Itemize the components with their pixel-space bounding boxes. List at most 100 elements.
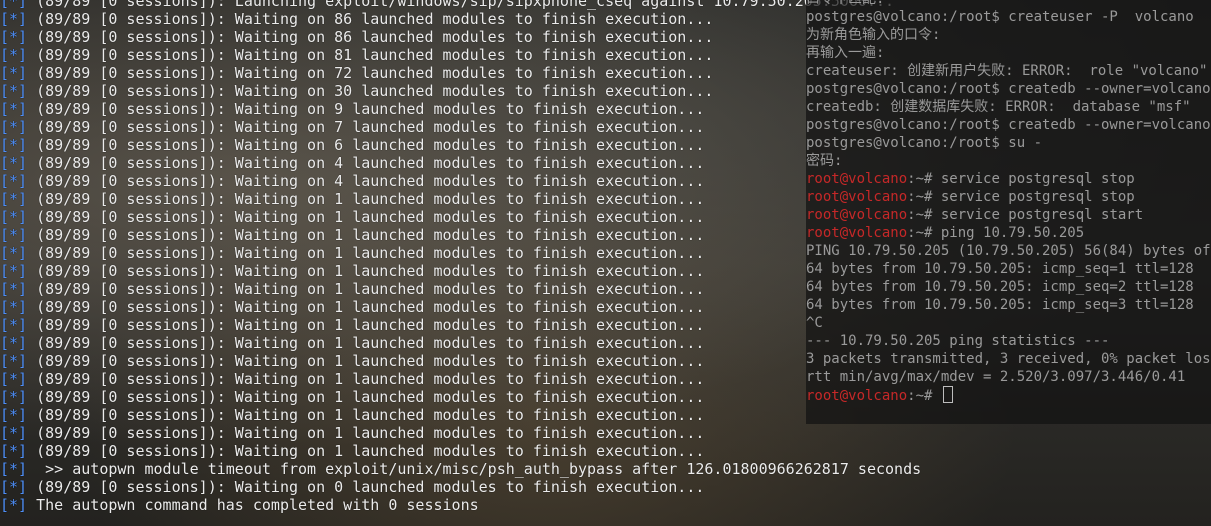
root-prompt: root@volcano — [806, 225, 908, 241]
status-prefix: [*] — [0, 460, 28, 478]
line-text: 再输入一遍: — [806, 45, 885, 61]
terminal-line: postgres@volcano:/root$ createdb --owner… — [806, 80, 1211, 98]
status-prefix: [*] — [0, 442, 28, 460]
terminal-line: [*] (89/89 [0 sessions]): Waiting on 1 l… — [0, 424, 900, 442]
line-text: (89/89 [0 sessions]): Waiting on 1 launc… — [27, 424, 705, 442]
status-prefix: [*] — [0, 424, 28, 442]
status-prefix: [*] — [0, 370, 28, 388]
terminal-line: ^C — [806, 314, 1211, 332]
line-text: :~# service postgresql start — [907, 207, 1144, 223]
line-text: rtt min/avg/max/mdev = 2.520/3.097/3.446… — [806, 369, 1186, 385]
line-text: (89/89 [0 sessions]): Waiting on 7 launc… — [27, 118, 705, 136]
line-text: PING 10.79.50.205 (10.79.50.205) 56(84) … — [806, 243, 1211, 259]
line-text: (89/89 [0 sessions]): Waiting on 4 launc… — [27, 172, 705, 190]
status-prefix: [*] — [0, 478, 28, 496]
line-text: (89/89 [0 sessions]): Waiting on 1 launc… — [27, 190, 705, 208]
terminal-line: [*] (89/89 [0 sessions]): Waiting on 0 l… — [0, 478, 900, 496]
line-text: (89/89 [0 sessions]): Waiting on 86 laun… — [27, 10, 714, 28]
line-text: (89/89 [0 sessions]): Waiting on 1 launc… — [27, 370, 705, 388]
terminal-line: [*] (89/89 [0 sessions]): Waiting on 7 l… — [0, 118, 900, 136]
line-text: (89/89 [0 sessions]): Waiting on 81 laun… — [27, 46, 714, 64]
status-prefix: [*] — [0, 208, 28, 226]
line-text: :~# — [907, 388, 941, 404]
status-prefix: [*] — [0, 316, 28, 334]
terminal-line: --- 10.79.50.205 ping statistics --- — [806, 332, 1211, 350]
terminal-line: 再输入一遍: — [806, 44, 1211, 62]
status-prefix: [*] — [0, 0, 28, 10]
terminal-line: createdb: 创建数据库失败: ERROR: database "msf" — [806, 98, 1211, 116]
msfconsole-terminal-output[interactable]: [*] (89/89 [0 sessions]): Launching expl… — [0, 0, 921, 514]
root-prompt: root@volcano — [806, 388, 908, 404]
terminal-line: [*] (89/89 [0 sessions]): Waiting on 1 l… — [0, 352, 900, 370]
root-prompt: root@volcano — [806, 171, 908, 187]
terminal-line: [*] (89/89 [0 sessions]): Waiting on 4 l… — [0, 154, 900, 172]
line-text: The autopwn command has completed with 0… — [27, 496, 479, 514]
line-text: (89/89 [0 sessions]): Waiting on 1 launc… — [27, 352, 705, 370]
terminal-line: [*] (89/89 [0 sessions]): Waiting on 81 … — [0, 46, 900, 64]
terminal-line: [*] (89/89 [0 sessions]): Waiting on 1 l… — [0, 334, 900, 352]
terminal-line: 64 bytes from 10.79.50.205: icmp_seq=2 t… — [806, 278, 1211, 296]
terminal-line: [*] (89/89 [0 sessions]): Waiting on 4 l… — [0, 172, 900, 190]
terminal-line: [*] (89/89 [0 sessions]): Waiting on 30 … — [0, 82, 900, 100]
line-text: (89/89 [0 sessions]): Waiting on 1 launc… — [27, 280, 705, 298]
status-prefix: [*] — [0, 388, 28, 406]
line-text: (89/89 [0 sessions]): Waiting on 1 launc… — [27, 298, 705, 316]
line-text: (89/89 [0 sessions]): Launching exploit/… — [27, 0, 895, 10]
terminal-line: 64 bytes from 10.79.50.205: icmp_seq=1 t… — [806, 260, 1211, 278]
status-prefix: [*] — [0, 334, 28, 352]
status-prefix: [*] — [0, 226, 28, 244]
line-text: postgres@volcano:/root$ createuser -P vo… — [806, 9, 1194, 25]
line-text: 口令不匹配. — [806, 0, 884, 7]
line-text: createuser: 创建新用户失败: ERROR: role "volcan… — [806, 63, 1208, 79]
status-prefix: [*] — [0, 352, 28, 370]
status-prefix: [*] — [0, 64, 28, 82]
status-prefix: [*] — [0, 100, 28, 118]
line-text: (89/89 [0 sessions]): Waiting on 1 launc… — [27, 442, 705, 460]
status-prefix: [*] — [0, 10, 28, 28]
line-text: (89/89 [0 sessions]): Waiting on 30 laun… — [27, 82, 714, 100]
root-prompt: root@volcano — [806, 189, 908, 205]
secondary-terminal-window[interactable]: 口令不匹配. postgres@volcano:/root$ createuser… — [806, 0, 1211, 424]
status-prefix: [*] — [0, 496, 28, 514]
status-prefix: [*] — [0, 280, 28, 298]
line-text: (89/89 [0 sessions]): Waiting on 4 launc… — [27, 154, 705, 172]
terminal-line: 64 bytes from 10.79.50.205: icmp_seq=3 t… — [806, 296, 1211, 314]
status-prefix: [*] — [0, 190, 28, 208]
terminal-line: root@volcano:~# ping 10.79.50.205 — [806, 224, 1211, 242]
line-text: :~# service postgresql stop — [907, 171, 1135, 187]
line-text: postgres@volcano:/root$ createdb --owner… — [806, 81, 1211, 97]
terminal-line: [*] (89/89 [0 sessions]): Waiting on 86 … — [0, 10, 900, 28]
terminal-line: [*] (89/89 [0 sessions]): Waiting on 1 l… — [0, 316, 900, 334]
line-text: (89/89 [0 sessions]): Waiting on 1 launc… — [27, 316, 705, 334]
line-text: 64 bytes from 10.79.50.205: icmp_seq=3 t… — [806, 297, 1194, 313]
terminal-line: [*] (89/89 [0 sessions]): Waiting on 1 l… — [0, 280, 900, 298]
status-prefix: [*] — [0, 118, 28, 136]
line-text: (89/89 [0 sessions]): Waiting on 1 launc… — [27, 262, 705, 280]
terminal-line: [*] >> autopwn module timeout from explo… — [0, 460, 921, 478]
line-text: (89/89 [0 sessions]): Waiting on 6 launc… — [27, 136, 705, 154]
status-prefix: [*] — [0, 82, 28, 100]
terminal-line: createuser: 创建新用户失败: ERROR: role "volcan… — [806, 62, 1211, 80]
terminal-line: [*] (89/89 [0 sessions]): Waiting on 1 l… — [0, 244, 900, 262]
status-prefix: [*] — [0, 136, 28, 154]
terminal-line: [*] (89/89 [0 sessions]): Waiting on 1 l… — [0, 262, 900, 280]
line-text: createdb: 创建数据库失败: ERROR: database "msf" — [806, 99, 1191, 115]
terminal-line: [*] (89/89 [0 sessions]): Waiting on 1 l… — [0, 442, 900, 460]
terminal-line: 3 packets transmitted, 3 received, 0% pa… — [806, 350, 1211, 368]
terminal-line: [*] (89/89 [0 sessions]): Waiting on 1 l… — [0, 226, 900, 244]
line-text: :~# ping 10.79.50.205 — [907, 225, 1085, 241]
terminal-line: [*] (89/89 [0 sessions]): Waiting on 1 l… — [0, 388, 900, 406]
line-text: ^C — [806, 315, 823, 331]
terminal-line: 为新角色输入的口令: — [806, 26, 1211, 44]
status-prefix: [*] — [0, 262, 28, 280]
line-text: 64 bytes from 10.79.50.205: icmp_seq=2 t… — [806, 279, 1194, 295]
line-text: (89/89 [0 sessions]): Waiting on 9 launc… — [27, 100, 705, 118]
terminal-line: [*] (89/89 [0 sessions]): Waiting on 1 l… — [0, 406, 900, 424]
line-text: 为新角色输入的口令: — [806, 27, 941, 43]
terminal-line: 口令不匹配. — [806, 0, 1211, 8]
root-prompt: root@volcano — [806, 207, 908, 223]
line-text: 密码: — [806, 153, 843, 169]
text-cursor[interactable] — [942, 386, 953, 403]
status-prefix: [*] — [0, 46, 28, 64]
status-prefix: [*] — [0, 298, 28, 316]
